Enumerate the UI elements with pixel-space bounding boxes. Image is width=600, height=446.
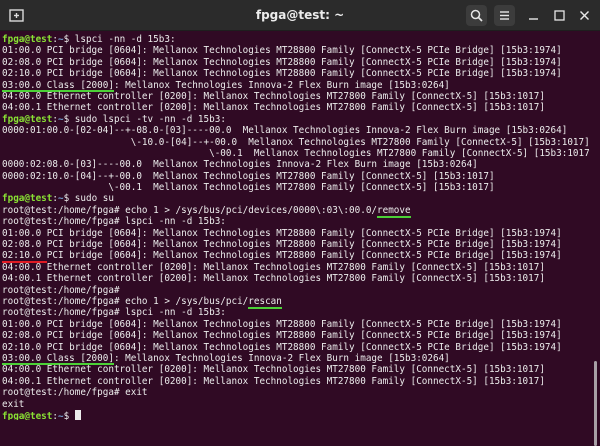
line-text: 02:10.0 PCI bridge [0604]: Mellanox Tech… [2,250,562,262]
line-text: 02:08.0 PCI bridge [0604]: Mellanox Tech… [2,56,562,68]
command-text: lspci -nn -d 15b3: [74,34,176,45]
line-text: 03:00.0 Class [2000]: Mellanox Technolog… [2,352,450,364]
line-text: 04:00.0 Ethernet controller [0200]: Mell… [2,90,545,102]
close-icon [580,11,589,20]
minimize-button[interactable] [523,5,544,26]
output-line: 0000:02:08.0-[03]----00.0 Mellanox Techn… [2,159,589,170]
output-line: 02:10.0 PCI bridge [0604]: Mellanox Tech… [2,342,589,353]
search-button[interactable] [466,5,487,26]
line-text: 02:10.0 PCI bridge [0604]: Mellanox Tech… [2,68,562,80]
line-text: 04:00.0 Ethernet controller [0200]: Mell… [2,364,545,376]
close-button[interactable] [574,5,595,26]
output-line: \-00.1 Mellanox Technologies MT27800 Fam… [2,148,589,159]
line-text: 02:08.0 PCI bridge [0604]: Mellanox Tech… [2,239,562,251]
output-line: 01:00.0 PCI bridge [0604]: Mellanox Tech… [2,319,589,330]
prompt-user: fpga@test [2,34,53,45]
prompt-line: fpga@test:~$ sudo lspci -tv -nn -d 15b3: [2,114,589,125]
line-text: \-10.0-[04]--+-00.0 Mellanox Technologie… [2,136,589,148]
line-text: 02:08.0 PCI bridge [0604]: Mellanox Tech… [2,330,562,342]
output-line: 04:00.1 Ethernet controller [0200]: Mell… [2,376,589,387]
line-text: 0000:01:00.0-[02-04]--+-08.0-[03]----00.… [2,125,568,137]
terminal-output[interactable]: fpga@test:~$ lspci -nn -d 15b3: 01:00.0 P… [0,31,589,420]
scrollbar-thumb[interactable] [594,361,597,446]
line-text: 04:00.0 Ethernet controller [0200]: Mell… [2,261,545,273]
output-line: 04:00.0 Ethernet controller [0200]: Mell… [2,262,589,273]
prompt-symbol: $ [63,34,75,45]
line-text: \-00.1 Mellanox Technologies MT27800 Fam… [2,147,589,159]
window-titlebar: fpga@test: ~ [0,0,600,31]
line-text: 0000:02:08.0-[03]----00.0 Mellanox Techn… [2,159,478,171]
output-line: root@test:/home/fpga# lspci -nn -d 15b3: [2,307,589,318]
prompt-symbol: $ [63,410,75,420]
output-line: root@test:/home/fpga# exit [2,387,589,398]
prompt-symbol: $ [63,193,75,205]
line-text: root@test:/home/fpga# echo 1 > /sys/bus/… [2,204,378,216]
output-line: 02:10.0 PCI bridge [0604]: Mellanox Tech… [2,250,589,263]
line-text: root@test:/home/fpga# exit [2,387,148,399]
line-text: 04:00.1 Ethernet controller [0200]: Mell… [2,102,545,114]
line-text: 01:00.0 PCI bridge [0604]: Mellanox Tech… [2,318,562,330]
prompt-line: fpga@test:~$ sudo su [2,193,589,204]
prompt-symbol: $ [63,113,75,125]
prompt-line: fpga@test:~$ [2,409,589,420]
output-line: \-10.0-[04]--+-00.0 Mellanox Technologie… [2,137,589,148]
output-line: 02:08.0 PCI bridge [0604]: Mellanox Tech… [2,57,589,68]
output-line: 0000:01:00.0-[02-04]--+-08.0-[03]----00.… [2,125,589,136]
prompt-user: fpga@test [2,410,53,420]
output-line: 03:00.0 Class [2000]: Mellanox Technolog… [2,79,589,92]
command-text: sudo lspci -tv -nn -d 15b3: [74,113,226,125]
line-text: 01:00.0 PCI bridge [0604]: Mellanox Tech… [2,45,562,57]
output-line: 04:00.0 Ethernet controller [0200]: Mell… [2,364,589,375]
prompt-line: fpga@test:~$ lspci -nn -d 15b3: [2,34,589,45]
line-text: 04:00.1 Ethernet controller [0200]: Mell… [2,273,545,285]
output-line: 01:00.0 PCI bridge [0604]: Mellanox Tech… [2,228,589,239]
output-line: 0000:02:10.0-[04]--+-00.0 Mellanox Techn… [2,171,589,182]
output-line: root@test:/home/fpga# echo 1 > /sys/bus/… [2,204,589,218]
line-text: root@test:/home/fpga# lspci -nn -d 15b3: [2,307,226,319]
line-text: exit [2,398,25,410]
terminal-scrollbar[interactable] [591,31,600,446]
output-line: root@test:/home/fpga# echo 1 > /sys/bus/… [2,295,589,309]
prompt-user: fpga@test [2,193,53,205]
output-line: exit [2,399,589,410]
line-text: \-00.1 Mellanox Technologies MT27800 Fam… [2,182,495,194]
line-text: 01:00.0 PCI bridge [0604]: Mellanox Tech… [2,227,562,239]
minimize-icon [529,18,538,20]
line-text: 03:00.0 Class [2000]: Mellanox Technolog… [2,79,450,91]
output-line: 03:00.0 Class [2000]: Mellanox Technolog… [2,352,589,366]
output-line: 04:00.1 Ethernet controller [0200]: Mell… [2,102,589,113]
line-text: 0000:02:10.0-[04]--+-00.0 Mellanox Techn… [2,170,495,182]
output-line: 02:08.0 PCI bridge [0604]: Mellanox Tech… [2,330,589,341]
maximize-button[interactable] [549,5,570,26]
command-text: sudo su [74,193,114,205]
output-line: 04:00.1 Ethernet controller [0200]: Mell… [2,273,589,284]
output-line: \-00.1 Mellanox Technologies MT27800 Fam… [2,182,589,193]
text-cursor [74,409,81,420]
hamburger-menu-icon [500,11,509,20]
search-icon [470,9,483,22]
menu-button[interactable] [494,5,515,26]
line-text: root@test:/home/fpga# lspci -nn -d 15b3: [2,216,226,228]
output-line: root@test:/home/fpga# lspci -nn -d 15b3: [2,216,589,227]
prompt-user: fpga@test [2,113,53,125]
output-line: 02:08.0 PCI bridge [0604]: Mellanox Tech… [2,239,589,250]
output-line: 02:10.0 PCI bridge [0604]: Mellanox Tech… [2,68,589,79]
line-text: root@test:/home/fpga# echo 1 > /sys/bus/… [2,295,249,307]
line-text: 02:10.0 PCI bridge [0604]: Mellanox Tech… [2,341,562,353]
output-line: 01:00.0 PCI bridge [0604]: Mellanox Tech… [2,45,589,56]
output-line: root@test:/home/fpga# [2,285,589,296]
line-text: root@test:/home/fpga# [2,284,120,296]
line-text: 04:00.1 Ethernet controller [0200]: Mell… [2,375,545,387]
output-line: 04:00.0 Ethernet controller [0200]: Mell… [2,91,589,102]
maximize-icon [554,10,565,21]
